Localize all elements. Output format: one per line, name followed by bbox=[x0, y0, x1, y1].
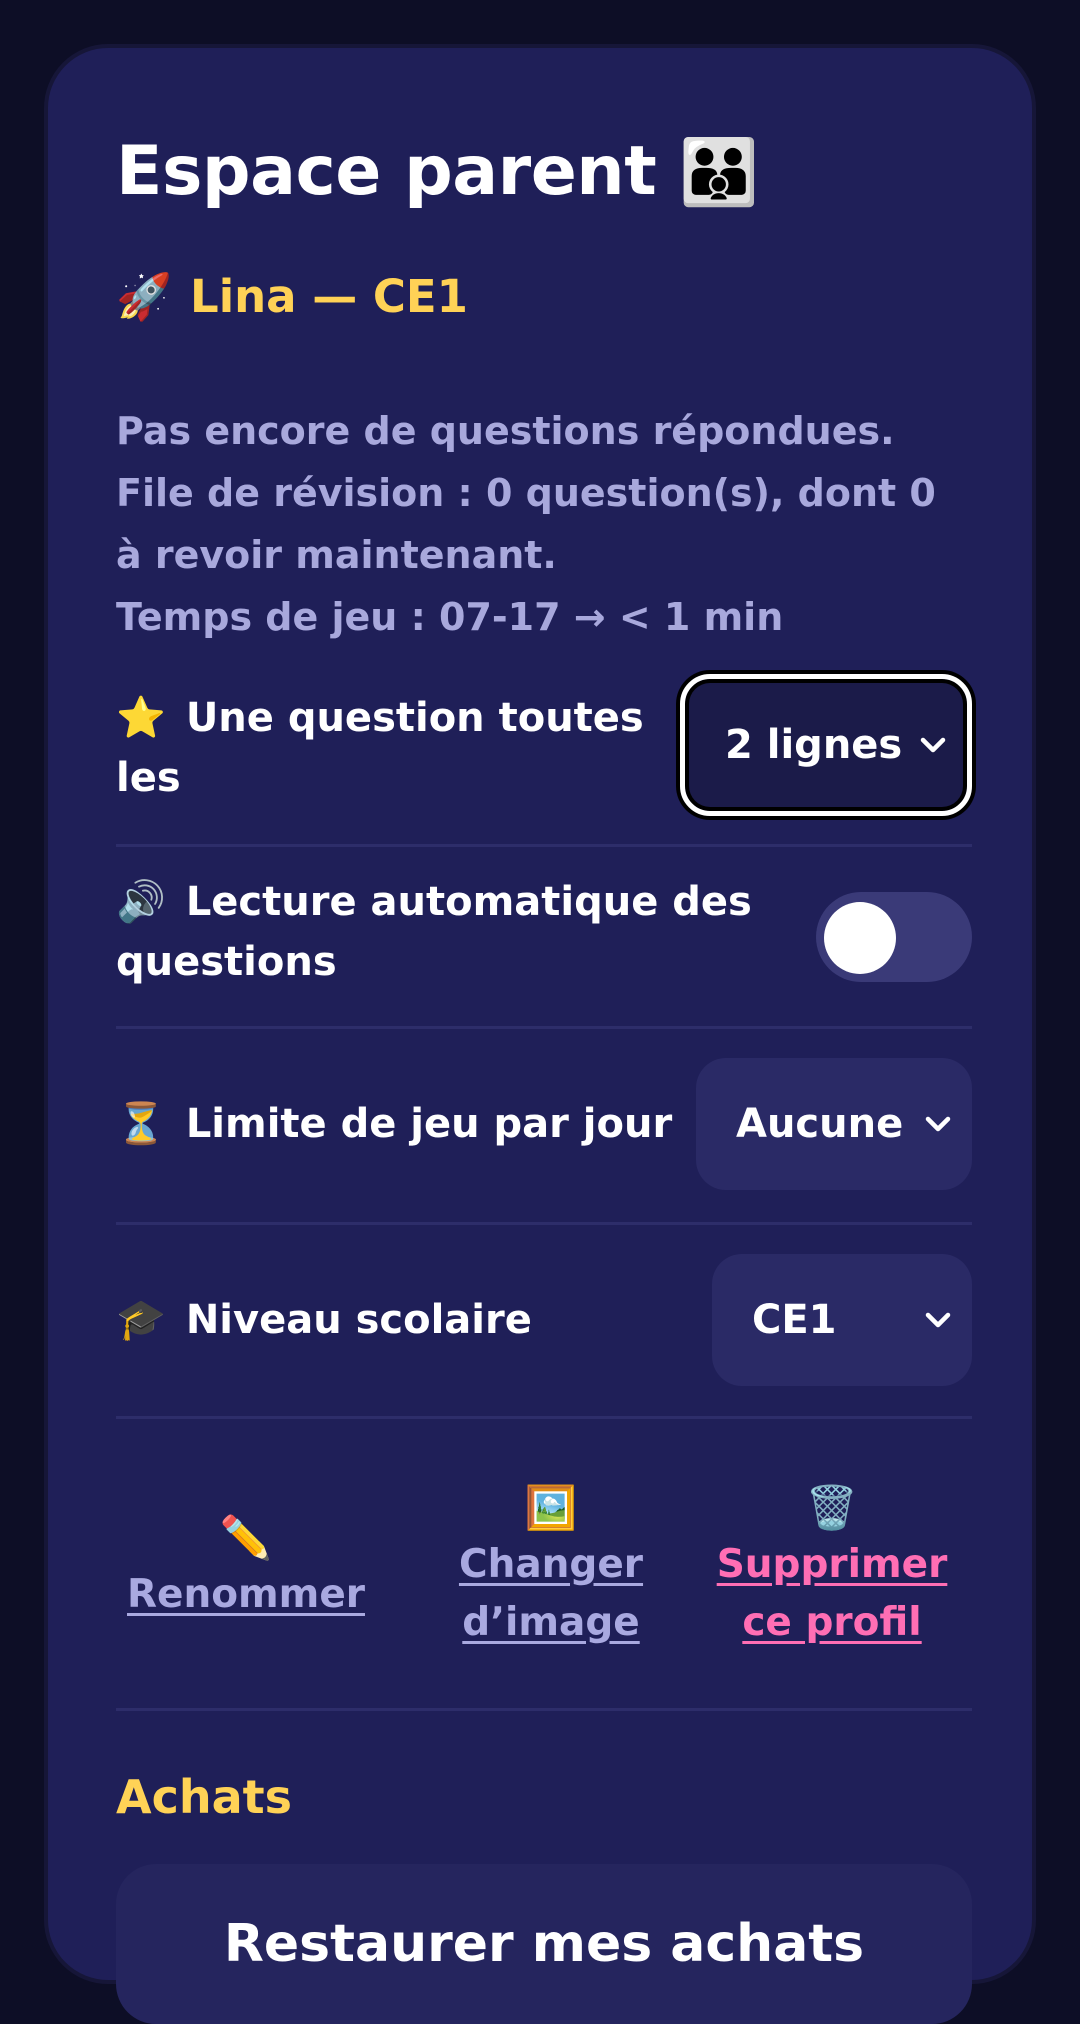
picture-icon: 🖼️ bbox=[524, 1483, 578, 1532]
grade-select[interactable]: CE1 bbox=[712, 1254, 972, 1386]
autoread-label-text: Lecture automatique des questions bbox=[116, 879, 752, 985]
child-stats: Pas encore de questions répondues. File … bbox=[116, 400, 956, 648]
star-icon: ⭐ bbox=[116, 695, 166, 741]
frequency-label-text: Une question toutes les bbox=[116, 695, 644, 801]
page-title-text: Espace parent bbox=[116, 132, 657, 211]
delete-profile-label: Supprimer ce profil bbox=[716, 1542, 948, 1645]
graduation-cap-icon: 🎓 bbox=[116, 1297, 166, 1343]
grade-label-text: Niveau scolaire bbox=[185, 1297, 532, 1343]
frequency-select-value: 2 lignes bbox=[725, 722, 903, 768]
family-icon: 👪 bbox=[679, 136, 759, 210]
daily-limit-label: ⏳ Limite de jeu par jour bbox=[116, 1094, 716, 1154]
autoread-label: 🔊 Lecture automatique des questions bbox=[116, 872, 756, 992]
speaker-icon: 🔊 bbox=[116, 879, 166, 925]
frequency-select[interactable]: 2 lignes bbox=[680, 674, 972, 816]
rocket-icon: 🚀 bbox=[116, 270, 173, 323]
parent-space-card: Espace parent 👪 🚀 Lina — CE1 Pas encore d… bbox=[44, 44, 1036, 2024]
purchases-heading: Achats bbox=[116, 1770, 293, 1824]
daily-limit-label-text: Limite de jeu par jour bbox=[185, 1101, 673, 1147]
grade-label: 🎓 Niveau scolaire bbox=[116, 1290, 676, 1350]
stats-play-time: Temps de jeu : 07-17 → < 1 min bbox=[116, 595, 784, 639]
profile-actions: ✏️ Renommer 🖼️ Changer d’image 🗑️ Suppri… bbox=[116, 1478, 972, 1711]
trash-icon: 🗑️ bbox=[805, 1483, 859, 1532]
daily-limit-select[interactable]: Aucune bbox=[696, 1058, 972, 1190]
setting-row-grade: 🎓 Niveau scolaire CE1 bbox=[116, 1222, 972, 1419]
toggle-knob bbox=[824, 902, 896, 974]
autoread-toggle[interactable] bbox=[816, 892, 972, 982]
restore-purchases-button[interactable]: Restaurer mes achats bbox=[116, 1864, 972, 2024]
rename-label: Renommer bbox=[127, 1572, 365, 1617]
setting-row-frequency: ⭐ Une question toutes les 2 lignes bbox=[116, 674, 972, 847]
setting-row-daily-limit: ⏳ Limite de jeu par jour Aucune bbox=[116, 1026, 972, 1225]
stats-review-queue: File de révision : 0 question(s), dont 0… bbox=[116, 471, 936, 577]
child-profile-heading: 🚀 Lina — CE1 bbox=[116, 270, 468, 323]
grade-select-value: CE1 bbox=[752, 1297, 837, 1343]
daily-limit-select-value: Aucune bbox=[736, 1101, 904, 1147]
chevron-down-icon bbox=[925, 1116, 951, 1132]
page-title: Espace parent 👪 bbox=[116, 132, 759, 211]
hourglass-icon: ⏳ bbox=[116, 1101, 166, 1147]
change-image-button[interactable]: 🖼️ Changer d’image bbox=[436, 1484, 666, 1652]
child-name: Lina — CE1 bbox=[190, 270, 468, 323]
chevron-down-icon bbox=[920, 737, 946, 753]
rename-button[interactable]: ✏️ Renommer bbox=[126, 1514, 366, 1624]
delete-profile-button[interactable]: 🗑️ Supprimer ce profil bbox=[712, 1484, 952, 1652]
pencil-icon: ✏️ bbox=[219, 1513, 273, 1562]
stats-answered: Pas encore de questions répondues. bbox=[116, 409, 895, 453]
setting-row-autoread: 🔊 Lecture automatique des questions bbox=[116, 844, 972, 1029]
frequency-label: ⭐ Une question toutes les bbox=[116, 688, 656, 808]
chevron-down-icon bbox=[925, 1312, 951, 1328]
change-image-label: Changer d’image bbox=[458, 1542, 644, 1645]
